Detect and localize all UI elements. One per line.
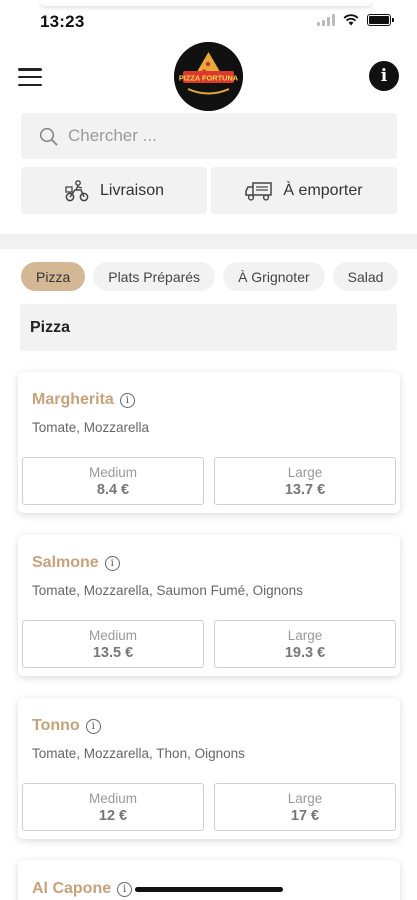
- delivery-scooter-icon: [65, 179, 89, 201]
- price-options: Medium 12 € Large 17 €: [22, 783, 396, 831]
- product-name: Salmone: [32, 554, 99, 571]
- price-value: 13.5 €: [92, 644, 134, 661]
- product-description: Tomate, Mozzarella, Thon, Oignons: [32, 746, 245, 761]
- product-info-icon[interactable]: i: [104, 555, 120, 571]
- price-options: Medium 13.5 € Large 19.3 €: [22, 620, 396, 668]
- product-card-margherita[interactable]: Margherita i Tomate, Mozzarella Medium 8…: [18, 372, 400, 513]
- takeaway-button[interactable]: À emporter: [211, 167, 397, 214]
- price-option-large[interactable]: Large 17 €: [214, 783, 396, 831]
- product-card-tonno[interactable]: Tonno i Tomate, Mozzarella, Thon, Oignon…: [18, 698, 400, 839]
- hamburger-menu-icon[interactable]: [18, 68, 42, 86]
- price-size-label: Large: [287, 464, 323, 480]
- status-icons: [317, 14, 394, 26]
- price-size-label: Medium: [88, 790, 137, 806]
- delivery-button[interactable]: Livraison: [21, 167, 207, 214]
- product-info-icon[interactable]: i: [85, 718, 101, 734]
- order-mode-row: Livraison À emporter: [21, 167, 397, 214]
- product-name: Al Capone: [32, 880, 112, 897]
- product-card-al-capone[interactable]: Al Capone i: [18, 860, 400, 900]
- home-indicator[interactable]: [135, 887, 283, 892]
- price-size-label: Medium: [88, 627, 137, 643]
- product-name: Margherita: [32, 391, 114, 408]
- pizza-fortuna-logo: PIZZA FORTUNA: [174, 42, 243, 111]
- takeaway-truck-icon: [245, 181, 273, 201]
- price-value: 13.7 €: [284, 481, 326, 498]
- product-name: Tonno: [32, 717, 80, 734]
- category-tabs: Pizza Plats Préparés À Grignoter Salad: [21, 262, 417, 292]
- takeaway-label: À emporter: [283, 181, 363, 199]
- wifi-icon: [343, 14, 359, 26]
- section-title: Pizza: [20, 304, 397, 351]
- price-value: 19.3 €: [284, 644, 326, 661]
- status-time: 13:23: [40, 12, 85, 31]
- status-bar: 13:23: [0, 0, 417, 44]
- price-value: 12 €: [98, 807, 128, 824]
- price-size-label: Large: [287, 790, 323, 806]
- price-option-medium[interactable]: Medium 8.4 €: [22, 457, 204, 505]
- price-option-medium[interactable]: Medium 12 €: [22, 783, 204, 831]
- tab-salad[interactable]: Salad: [332, 262, 399, 291]
- tab-plats-prepares[interactable]: Plats Préparés: [93, 262, 216, 291]
- price-options: Medium 8.4 € Large 13.7 €: [22, 457, 396, 505]
- signal-icon: [317, 14, 335, 26]
- battery-icon: [367, 14, 394, 26]
- price-size-label: Large: [287, 627, 323, 643]
- price-value: 8.4 €: [96, 481, 130, 498]
- product-info-icon[interactable]: i: [119, 392, 135, 408]
- app-header: PIZZA FORTUNA i: [0, 40, 417, 112]
- info-button[interactable]: i: [369, 61, 399, 91]
- tab-pizza[interactable]: Pizza: [21, 262, 86, 291]
- search-icon: [39, 127, 58, 146]
- price-value: 17 €: [290, 807, 320, 824]
- logo-text: PIZZA FORTUNA: [179, 74, 239, 83]
- search-bar[interactable]: [21, 113, 397, 159]
- tab-a-grignoter[interactable]: À Grignoter: [223, 262, 325, 291]
- product-description: Tomate, Mozzarella: [32, 420, 150, 435]
- product-description: Tomate, Mozzarella, Saumon Fumé, Oignons: [32, 583, 303, 598]
- price-option-large[interactable]: Large 13.7 €: [214, 457, 396, 505]
- price-option-medium[interactable]: Medium 13.5 €: [22, 620, 204, 668]
- product-info-icon[interactable]: i: [117, 881, 133, 897]
- product-card-salmone[interactable]: Salmone i Tomate, Mozzarella, Saumon Fum…: [18, 535, 400, 676]
- price-size-label: Medium: [88, 464, 137, 480]
- delivery-label: Livraison: [99, 181, 165, 199]
- price-option-large[interactable]: Large 19.3 €: [214, 620, 396, 668]
- logo-graphic: PIZZA FORTUNA: [174, 42, 243, 111]
- search-input[interactable]: [68, 126, 368, 146]
- section-divider: [0, 234, 417, 249]
